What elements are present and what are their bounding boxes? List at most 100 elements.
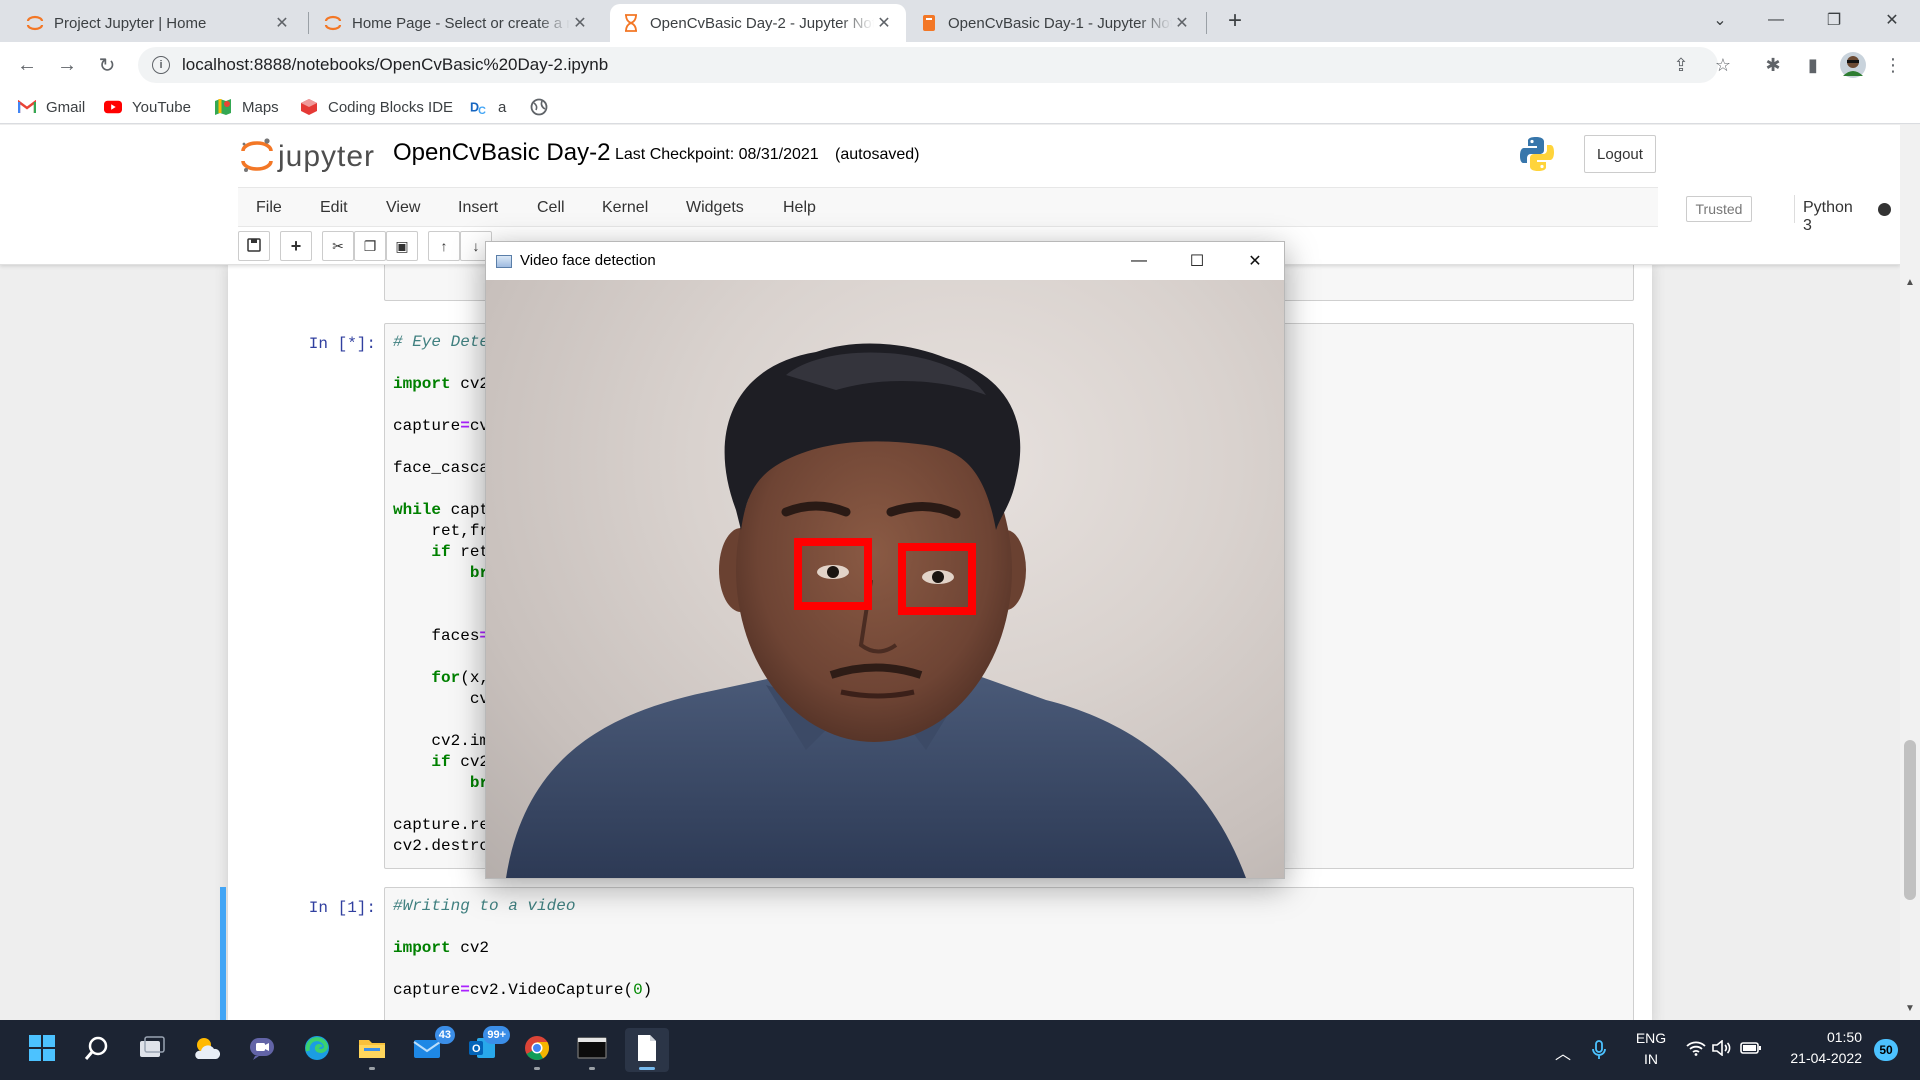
close-tab-icon[interactable]: ✕ <box>570 13 590 33</box>
menu-cell[interactable]: Cell <box>537 199 565 217</box>
windows-start-button[interactable] <box>20 1028 64 1072</box>
page-scrollbar[interactable]: ▲ ▼ <box>1900 125 1920 1020</box>
selected-cell-indicator <box>220 887 226 1020</box>
copy-button[interactable]: ❐ <box>354 231 386 261</box>
save-button[interactable] <box>238 231 270 261</box>
autosave-status: (autosaved) <box>835 146 920 163</box>
paste-button[interactable]: ▣ <box>386 231 418 261</box>
close-tab-icon[interactable]: ✕ <box>874 13 894 33</box>
bookmark-maps[interactable]: Maps <box>214 96 279 118</box>
edge-button[interactable] <box>295 1028 339 1072</box>
extensions-icon[interactable]: ✱ <box>1758 50 1788 80</box>
insert-cell-button[interactable]: + <box>280 231 312 261</box>
browser-tab-strip: Project Jupyter | Home ✕ Home Page - Sel… <box>0 0 1920 42</box>
bookmark-star-icon[interactable]: ☆ <box>1708 50 1738 80</box>
chrome-menu-icon[interactable]: ⋮ <box>1878 50 1908 80</box>
menu-file[interactable]: File <box>256 199 282 217</box>
trusted-badge[interactable]: Trusted <box>1686 196 1752 222</box>
outlook-button[interactable]: O 99+ <box>460 1026 510 1072</box>
close-icon[interactable]: ✕ <box>1226 242 1284 280</box>
restore-icon[interactable]: ❐ <box>1806 0 1862 40</box>
reload-icon[interactable]: ↻ <box>92 50 122 80</box>
file-explorer-button[interactable] <box>350 1028 394 1072</box>
tab-search-icon[interactable]: ⌄ <box>1692 0 1748 40</box>
paste-icon: ▣ <box>395 237 409 254</box>
code-comment: #Writing to a video <box>393 897 576 915</box>
tab-opencvbasic-day-1[interactable]: OpenCvBasic Day-1 - Jupyter Notebook ✕ <box>908 4 1204 42</box>
file-explorer-icon <box>357 1035 387 1066</box>
menu-insert[interactable]: Insert <box>458 199 498 217</box>
scroll-up-icon[interactable]: ▲ <box>1905 277 1915 288</box>
window-titlebar[interactable]: Video face detection — ☐ ✕ <box>486 242 1284 280</box>
minimize-icon[interactable]: — <box>1110 242 1168 280</box>
maximize-icon[interactable]: ☐ <box>1168 242 1226 280</box>
chrome-icon <box>523 1034 551 1067</box>
maps-icon <box>214 98 232 116</box>
move-up-button[interactable]: ↑ <box>428 231 460 261</box>
terminal-button[interactable] <box>570 1028 614 1072</box>
windows-start-icon <box>28 1034 56 1067</box>
bookmark-a[interactable]: DC a <box>470 96 506 118</box>
code-keyword: if <box>431 543 451 561</box>
code-editor[interactable]: #Writing to a video import cv2 capture=cv2… <box>384 887 1634 1020</box>
logout-button[interactable]: Logout <box>1584 135 1656 173</box>
tab-project-jupyter-home[interactable]: Project Jupyter | Home ✕ <box>14 4 304 42</box>
terminal-icon <box>577 1036 607 1065</box>
menu-widgets[interactable]: Widgets <box>686 199 744 217</box>
side-panel-icon[interactable]: ▮ <box>1798 50 1828 80</box>
menu-help[interactable]: Help <box>783 199 816 217</box>
notification-badge[interactable]: 50 <box>1874 1039 1898 1061</box>
bookmarks-bar: Gmail YouTube Maps Coding Blocks IDE DC … <box>0 88 1920 124</box>
close-tab-icon[interactable]: ✕ <box>272 13 292 33</box>
code-text[interactable]: #Writing to a video import cv2 capture=cv2… <box>385 888 1633 1009</box>
task-view-button[interactable] <box>130 1028 174 1072</box>
bookmark-globe[interactable] <box>530 96 558 118</box>
forward-icon[interactable]: → <box>52 50 82 80</box>
share-icon[interactable]: ⇪ <box>1666 50 1696 80</box>
close-window-icon[interactable]: ✕ <box>1864 0 1920 40</box>
address-bar[interactable]: i localhost:8888/notebooks/OpenCvBasic%2… <box>138 47 1718 83</box>
video-face-detection-window[interactable]: Video face detection — ☐ ✕ <box>485 241 1285 879</box>
wifi-icon[interactable] <box>1686 1040 1706 1061</box>
microphone-icon[interactable] <box>1592 1040 1606 1065</box>
minimize-icon[interactable]: — <box>1748 0 1804 40</box>
bookmark-gmail[interactable]: Gmail <box>18 96 85 118</box>
windows-taskbar: 43 O 99+ ︿ ENG IN 01:50 21-04-2022 50 <box>0 1020 1920 1080</box>
taskbar-search-button[interactable] <box>75 1028 119 1072</box>
cell-prompt: In [1]: <box>308 899 376 917</box>
bookmark-youtube[interactable]: YouTube <box>104 96 191 118</box>
cut-button[interactable]: ✂ <box>322 231 354 261</box>
volume-icon[interactable] <box>1712 1039 1732 1061</box>
hourglass-icon <box>622 14 640 32</box>
scroll-down-icon[interactable]: ▼ <box>1905 1003 1915 1014</box>
file-app-button[interactable] <box>625 1028 669 1072</box>
mail-button[interactable]: 43 <box>405 1026 455 1072</box>
weather-widget[interactable] <box>185 1028 229 1072</box>
teams-chat-button[interactable] <box>240 1028 284 1072</box>
jupyter-logo[interactable]: jupyter <box>240 137 375 177</box>
tab-home-page[interactable]: Home Page - Select or create a notebook … <box>312 4 602 42</box>
clock-date[interactable]: 21-04-2022 <box>1772 1050 1862 1066</box>
menu-kernel[interactable]: Kernel <box>602 199 648 217</box>
bookmark-coding-blocks[interactable]: Coding Blocks IDE <box>300 96 453 118</box>
kernel-name[interactable]: Python 3 <box>1803 199 1853 235</box>
menu-edit[interactable]: Edit <box>320 199 348 217</box>
tab-title: Project Jupyter | Home <box>54 14 207 32</box>
avatar[interactable] <box>1838 50 1868 80</box>
code-cell-writing-video[interactable]: In [1]: #Writing to a video import cv2 cap… <box>220 887 1634 1020</box>
chrome-button[interactable] <box>515 1028 559 1072</box>
site-info-icon[interactable]: i <box>152 56 170 74</box>
tab-opencvbasic-day-2[interactable]: OpenCvBasic Day-2 - Jupyter Notebook ✕ <box>610 4 906 42</box>
scrollbar-thumb[interactable] <box>1904 740 1916 900</box>
keyboard-layout[interactable]: IN <box>1634 1051 1668 1067</box>
clock-time[interactable]: 01:50 <box>1772 1029 1862 1045</box>
battery-icon[interactable] <box>1740 1040 1762 1061</box>
notebook-title[interactable]: OpenCvBasic Day-2 <box>393 139 610 167</box>
show-hidden-icons-icon[interactable]: ︿ <box>1555 1040 1571 1064</box>
new-tab-button[interactable]: + <box>1221 8 1249 36</box>
language-indicator[interactable]: ENG <box>1634 1030 1668 1046</box>
close-tab-icon[interactable]: ✕ <box>1172 13 1192 33</box>
menu-view[interactable]: View <box>386 199 420 217</box>
jupyter-icon <box>26 14 44 32</box>
back-icon[interactable]: ← <box>12 50 42 80</box>
